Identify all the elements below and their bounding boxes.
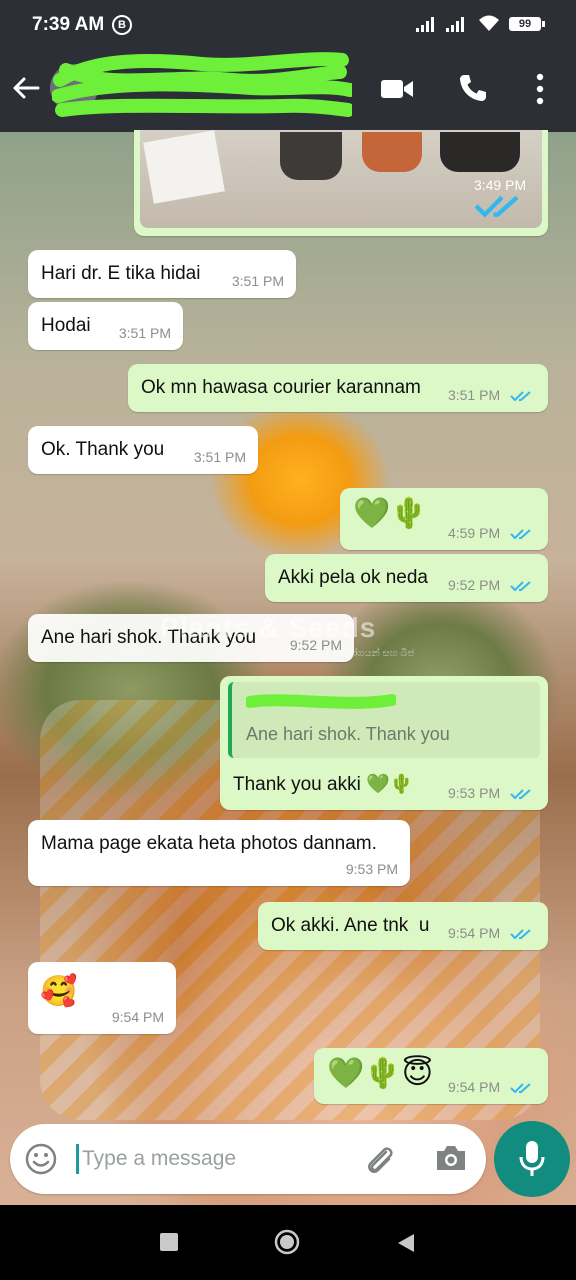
- message-time: 4:59 PM: [448, 525, 536, 541]
- back-arrow-icon[interactable]: [10, 72, 42, 104]
- message-time: 9:54 PM: [448, 925, 536, 941]
- message-bubble-outgoing[interactable]: 💚🌵 4:59 PM: [340, 488, 548, 550]
- nav-back-icon[interactable]: [396, 1232, 416, 1254]
- more-vert-icon[interactable]: [530, 72, 550, 106]
- battery-icon: 99: [509, 17, 545, 31]
- message-time: 3:49 PM: [474, 177, 530, 222]
- read-ticks-icon: [510, 529, 531, 540]
- message-text: Ok mn hawasa courier karannam: [141, 377, 421, 398]
- redaction-scribble: [246, 694, 396, 709]
- message-time: 3:51 PM: [193, 449, 246, 465]
- message-bubble-incoming[interactable]: Mama page ekata heta photos dannam. 9:53…: [28, 820, 410, 886]
- message-bubble-outgoing[interactable]: Akki pela ok neda 9:52 PM: [265, 554, 548, 602]
- message-time: 9:53 PM: [448, 785, 536, 801]
- image-message[interactable]: 3:49 PM: [134, 130, 548, 236]
- message-time: 9:53 PM: [345, 861, 398, 877]
- message-text: Ok akki. Ane tnk u: [271, 915, 430, 936]
- text-cursor: [76, 1144, 79, 1174]
- photo-pot: [440, 132, 520, 172]
- status-time: 7:39 AM: [32, 14, 105, 35]
- chat-header: 6:18 PM: [0, 46, 576, 132]
- recents-icon[interactable]: [160, 1233, 178, 1251]
- status-bar: 7:39 AM B 99: [0, 0, 576, 46]
- mic-icon: [519, 1141, 545, 1176]
- message-bubble-incoming[interactable]: 🥰 9:54 PM: [28, 962, 176, 1034]
- watermark-brand: Plants & Seeds: [160, 612, 377, 643]
- message-bubble-incoming[interactable]: Hari dr. E tika hidai 3:51 PM: [28, 250, 296, 298]
- message-emoji: 💚🌵😇: [327, 1056, 433, 1091]
- quoted-text: Ane hari shok. Thank you: [246, 724, 450, 744]
- signal-icon-2: [446, 17, 464, 32]
- message-text: Hari dr. E tika hidai: [41, 263, 201, 284]
- b-badge-icon: B: [112, 15, 132, 35]
- read-ticks-icon: [510, 1083, 531, 1094]
- emoji-icon[interactable]: [24, 1142, 58, 1176]
- watermark-subtitle: බෝගයන් සහ බීජ: [340, 648, 415, 659]
- redaction-scribble: [52, 52, 352, 117]
- photo-pot: [362, 132, 422, 172]
- message-time: 3:51 PM: [231, 273, 284, 289]
- message-time: 3:51 PM: [118, 325, 171, 341]
- message-time: 9:54 PM: [111, 1009, 164, 1025]
- message-input[interactable]: [82, 1144, 352, 1174]
- phone-icon[interactable]: [458, 73, 488, 103]
- signal-icon-1: [416, 17, 434, 32]
- mic-button[interactable]: [494, 1121, 570, 1197]
- message-time: 9:52 PM: [448, 577, 536, 593]
- system-nav-bar: [0, 1205, 576, 1280]
- read-ticks-icon: [510, 929, 531, 940]
- message-time: 3:51 PM: [448, 387, 536, 403]
- attach-icon[interactable]: [362, 1142, 398, 1178]
- message-text: Thank you akki 💚🌵: [233, 774, 414, 795]
- read-ticks-icon: [474, 195, 519, 218]
- read-ticks-icon: [510, 581, 531, 592]
- read-ticks-icon: [510, 391, 531, 402]
- message-bubble-outgoing[interactable]: Ok akki. Ane tnk u 9:54 PM: [258, 902, 548, 950]
- video-call-icon[interactable]: [380, 76, 414, 102]
- read-ticks-icon: [510, 789, 531, 800]
- wifi-icon: [479, 15, 499, 31]
- camera-icon[interactable]: [434, 1142, 468, 1174]
- message-bubble-outgoing[interactable]: 💚🌵😇 9:54 PM: [314, 1048, 548, 1104]
- photo-pot: [280, 132, 342, 180]
- message-emoji: 🥰: [40, 974, 78, 1009]
- message-text: Akki pela ok neda: [278, 567, 428, 588]
- message-text: Mama page ekata heta photos dannam.: [41, 833, 377, 854]
- home-icon[interactable]: [274, 1229, 300, 1255]
- message-emoji: 💚🌵: [353, 496, 428, 531]
- message-text: Ok. Thank you: [41, 439, 165, 460]
- message-time: 9:54 PM: [448, 1079, 536, 1095]
- message-text: Hodai: [41, 315, 91, 336]
- message-composer: [10, 1124, 486, 1194]
- message-bubble-incoming[interactable]: Ok. Thank you 3:51 PM: [28, 426, 258, 474]
- message-bubble-outgoing-reply[interactable]: Ane hari shok. Thank you Thank you akki …: [220, 676, 548, 810]
- message-bubble-outgoing[interactable]: Ok mn hawasa courier karannam 3:51 PM: [128, 364, 548, 412]
- quoted-message[interactable]: Ane hari shok. Thank you: [228, 682, 540, 758]
- message-bubble-incoming[interactable]: Hodai 3:51 PM: [28, 302, 183, 350]
- photo-paper: [143, 130, 225, 204]
